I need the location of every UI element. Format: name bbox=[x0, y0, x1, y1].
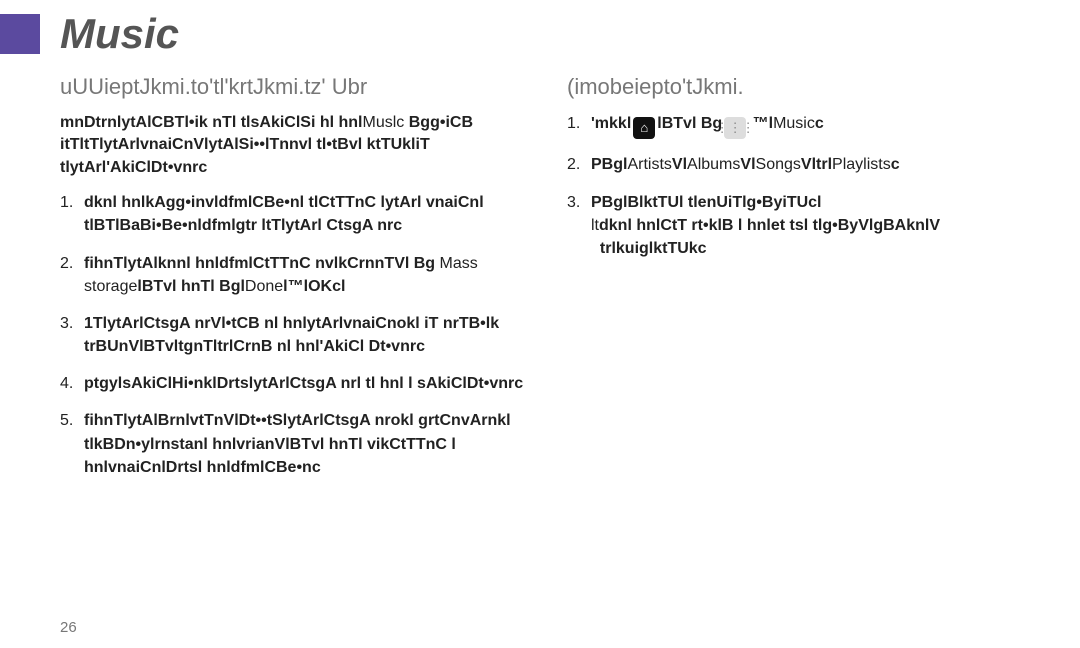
left-steps: dknl hnlkAgg•invldfmlCBe•nl tlCtTTnC lyt… bbox=[60, 191, 533, 479]
text-run: Vl bbox=[672, 156, 687, 173]
text-run: lt bbox=[591, 217, 599, 234]
text-run: l™lOKcl bbox=[283, 278, 345, 295]
text-run: fihnTlytAlBrnlvtTnVlDt••tSlytArlCtsgA nr… bbox=[84, 412, 511, 475]
intro-bold-a: mnDtrnlytAlCBTl•ik nTl tlsAkiClSi hl hnl bbox=[60, 114, 363, 131]
list-item: dknl hnlkAgg•invldfmlCBe•nl tlCtTTnC lyt… bbox=[60, 191, 533, 237]
text-run: 'mkkl bbox=[591, 115, 631, 132]
intro-reg-a: Muslc bbox=[363, 114, 409, 131]
text-run: Vltrl bbox=[801, 156, 832, 173]
apps-grid-icon: ⋮⋮⋮ bbox=[724, 117, 746, 139]
right-column: (imobeiepto'tJkmi. 'mkkl⌂lBTvl Bg⋮⋮⋮ ™lM… bbox=[567, 74, 1040, 493]
text-run: Done bbox=[245, 278, 283, 295]
text-run: lBTvl hnTl Bgl bbox=[137, 278, 245, 295]
text-run: ™l bbox=[748, 115, 773, 132]
list-item: 'mkkl⌂lBTvl Bg⋮⋮⋮ ™lMusicc bbox=[567, 112, 1040, 139]
text-run: dknl hnlCtT rt•klB l hnlet tsl tlg•ByVlg… bbox=[599, 217, 940, 234]
text-run: 1TlytArlCtsgA nrVl•tCB nl hnlytArlvnaiCn… bbox=[84, 315, 499, 355]
text-run: Playlists bbox=[832, 156, 891, 173]
text-run: Vl bbox=[740, 156, 755, 173]
text-run: PBglBlktTUl tlenUiTlg•ByiTUcl bbox=[591, 194, 822, 211]
text-run: c bbox=[815, 115, 824, 132]
text-run: trlkuiglktTUkc bbox=[591, 240, 707, 257]
text-run: Albums bbox=[687, 156, 740, 173]
text-run: ptgylsAkiClHi•nklDrtslytArlCtsgA nrl tl … bbox=[84, 375, 523, 392]
right-steps: 'mkkl⌂lBTvl Bg⋮⋮⋮ ™lMusiccPBglArtistsVlA… bbox=[567, 112, 1040, 260]
text-run: Music bbox=[773, 115, 815, 132]
two-column-layout: uUUieptJkmi.to'tl'krtJkmi.tz' Ubr mnDtrn… bbox=[0, 74, 1080, 493]
text-run: fihnTlytAlknnl hnldfmlCtTTnC nvlkCrnnTVl… bbox=[84, 255, 440, 272]
page-number: 26 bbox=[60, 619, 77, 636]
list-item: fihnTlytAlBrnlvtTnVlDt••tSlytArlCtsgA nr… bbox=[60, 409, 533, 479]
page-title: Music bbox=[60, 10, 179, 58]
text-run: Songs bbox=[756, 156, 801, 173]
right-heading: (imobeiepto'tJkmi. bbox=[567, 74, 1040, 100]
list-item: 1TlytArlCtsgA nrVl•tCB nl hnlytArlvnaiCn… bbox=[60, 312, 533, 358]
text-run: dknl hnlkAgg•invldfmlCBe•nl tlCtTTnC lyt… bbox=[84, 194, 484, 234]
list-item: ptgylsAkiClHi•nklDrtslytArlCtsgA nrl tl … bbox=[60, 372, 533, 395]
left-heading: uUUieptJkmi.to'tl'krtJkmi.tz' Ubr bbox=[60, 74, 533, 100]
text-run: c bbox=[891, 156, 900, 173]
home-icon: ⌂ bbox=[633, 117, 655, 139]
title-accent-block bbox=[0, 14, 40, 54]
list-item: PBglArtistsVlAlbumsVlSongsVltrlPlaylists… bbox=[567, 153, 1040, 176]
text-run: Artists bbox=[627, 156, 671, 173]
title-bar: Music bbox=[0, 0, 1080, 74]
list-item: PBglBlktTUl tlenUiTlg•ByiTUcl ltdknl hnlC… bbox=[567, 191, 1040, 261]
left-intro: mnDtrnlytAlCBTl•ik nTl tlsAkiClSi hl hnl… bbox=[60, 112, 533, 179]
text-run: PBgl bbox=[591, 156, 627, 173]
list-item: fihnTlytAlknnl hnldfmlCtTTnC nvlkCrnnTVl… bbox=[60, 252, 533, 298]
left-column: uUUieptJkmi.to'tl'krtJkmi.tz' Ubr mnDtrn… bbox=[60, 74, 533, 493]
text-run: lBTvl Bg bbox=[657, 115, 722, 132]
